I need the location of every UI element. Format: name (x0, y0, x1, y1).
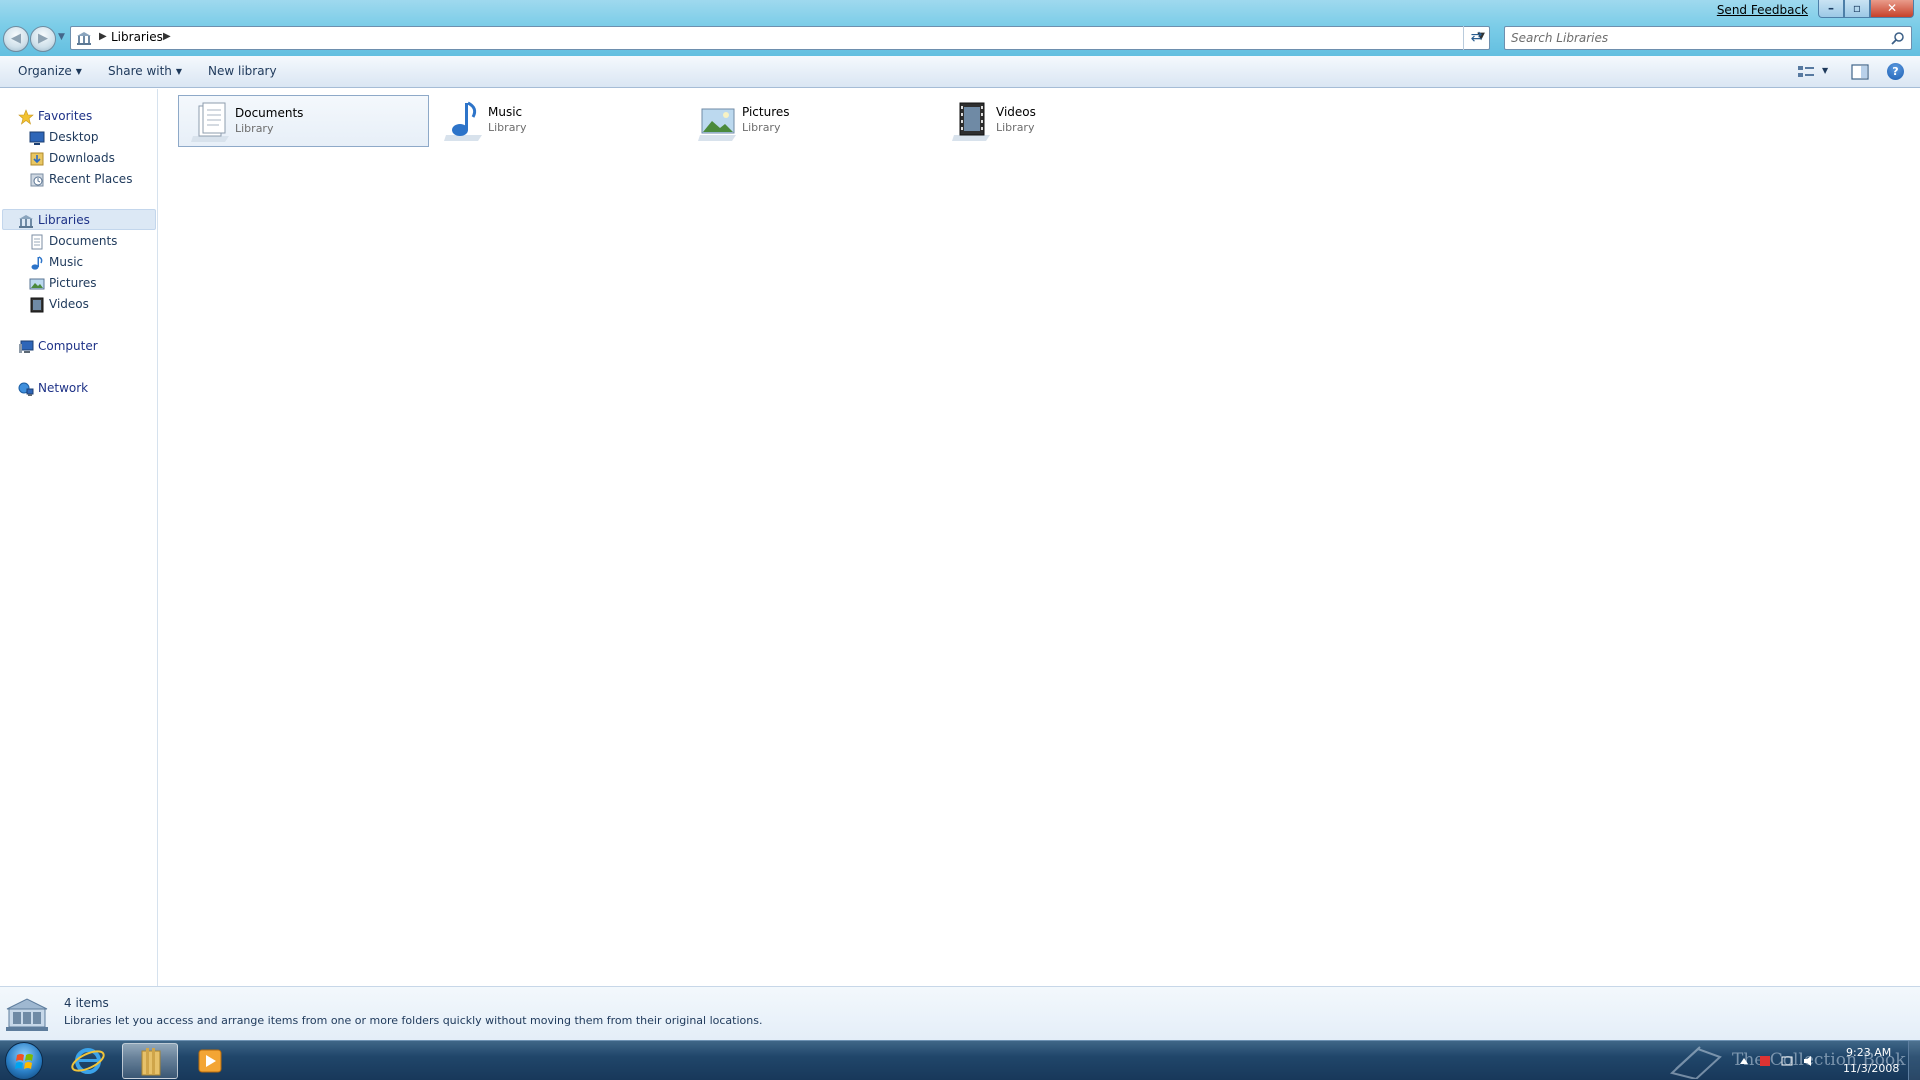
windows-logo-icon (15, 1054, 33, 1069)
close-button[interactable]: ✕ (1870, 0, 1914, 18)
library-pictures[interactable]: Pictures Library (686, 95, 937, 147)
show-desktop-button[interactable] (1908, 1041, 1920, 1080)
breadcrumb-chevron-icon[interactable]: ▶ (99, 31, 107, 42)
downloads-icon (30, 152, 44, 166)
start-button[interactable] (5, 1042, 43, 1080)
search-input[interactable] (1511, 29, 1881, 47)
recent-places-icon (30, 173, 44, 187)
library-type: Library (235, 122, 274, 135)
desktop-icon (29, 131, 45, 145)
taskbar-windows-explorer[interactable] (122, 1043, 178, 1079)
help-icon[interactable]: ? (1887, 63, 1904, 80)
library-name: Pictures (742, 105, 790, 119)
address-bar[interactable]: ▶ Libraries ▶ ▼ (70, 26, 1490, 50)
favorites-star-icon (18, 109, 34, 125)
library-type: Library (742, 121, 781, 134)
libraries-description: Libraries let you access and arrange ite… (64, 1014, 763, 1027)
nav-music-label: Music (49, 255, 84, 269)
library-videos[interactable]: Videos Library (940, 95, 1191, 147)
organize-label: Organize (18, 64, 72, 78)
preview-pane-icon[interactable] (1851, 64, 1869, 80)
close-icon: ✕ (1886, 1, 1898, 15)
minimize-icon: – (1828, 1, 1834, 15)
nav-pictures-label: Pictures (49, 276, 97, 290)
pictures-library-icon (698, 108, 736, 141)
maximize-button[interactable]: ▫ (1844, 0, 1870, 18)
documents-icon (31, 234, 43, 250)
music-library-icon (444, 101, 482, 141)
maximize-icon: ▫ (1852, 1, 1862, 15)
videos-icon (30, 297, 44, 313)
new-library-button[interactable]: New library (208, 64, 277, 78)
computer-icon (19, 340, 34, 353)
title-bar: Send Feedback – ▫ ✕ ◀ ▶ ▼ ▶ Libraries ▶ … (0, 0, 1920, 56)
tray-network-icon[interactable] (1781, 1056, 1793, 1066)
share-with-label: Share with (108, 64, 172, 78)
share-with-button[interactable]: Share with ▼ (108, 64, 182, 78)
taskbar-internet-explorer[interactable] (60, 1043, 116, 1079)
library-music[interactable]: Music Library (432, 95, 683, 147)
library-documents[interactable]: Documents Library (178, 95, 429, 147)
nav-network-label: Network (38, 381, 89, 395)
nav-favorites-label: Favorites (38, 109, 93, 123)
nav-libraries-label: Libraries (38, 213, 90, 227)
nav-videos-label: Videos (49, 297, 89, 311)
libraries-icon (77, 32, 91, 45)
nav-documents-label: Documents (49, 234, 118, 248)
minimize-button[interactable]: – (1818, 0, 1844, 18)
system-tray-icons[interactable] (1738, 1053, 1828, 1069)
chevron-down-icon: ▼ (75, 67, 82, 76)
navigation-pane: Favorites Desktop Downloads Recent Place… (0, 89, 158, 986)
chevron-down-icon: ▼ (175, 67, 183, 76)
recent-pages-dropdown[interactable]: ▼ (58, 32, 65, 42)
command-bar: Organize ▼ Share with ▼ New library ▼ ? (0, 56, 1920, 88)
nav-downloads-label: Downloads (49, 151, 115, 165)
tray-volume-icon[interactable] (1804, 1056, 1811, 1066)
organize-button[interactable]: Organize ▼ (18, 64, 82, 78)
search-box[interactable] (1504, 26, 1912, 50)
libraries-icon (19, 215, 33, 228)
back-button[interactable]: ◀ (3, 26, 29, 52)
media-player-icon (198, 1049, 222, 1073)
send-feedback-link[interactable]: Send Feedback (1717, 3, 1808, 17)
library-name: Videos (996, 105, 1036, 119)
breadcrumb-chevron-icon[interactable]: ▶ (163, 31, 171, 42)
clock-date[interactable]: 11/3/2008 (1843, 1062, 1899, 1075)
change-view-icon[interactable] (1797, 64, 1815, 80)
item-count: 4 items (64, 996, 109, 1010)
taskbar: The Collection Book 9:23 AM 11/3/2008 (0, 1040, 1920, 1080)
network-icon (18, 382, 34, 396)
forward-arrow-icon: ▶ (38, 31, 48, 46)
library-name: Documents (235, 106, 304, 120)
nav-computer-label: Computer (38, 339, 98, 353)
refresh-button[interactable]: ⇄ (1463, 26, 1489, 50)
tray-action-center-icon[interactable] (1760, 1056, 1770, 1066)
taskbar-media-player[interactable] (182, 1043, 238, 1079)
back-arrow-icon: ◀ (11, 31, 21, 46)
music-icon (31, 256, 43, 270)
refresh-icon: ⇄ (1470, 29, 1483, 45)
forward-button[interactable]: ▶ (30, 26, 56, 52)
nav-recent-places-label: Recent Places (49, 172, 133, 186)
internet-explorer-icon (71, 1048, 105, 1074)
clock-time[interactable]: 9:23 AM (1846, 1046, 1891, 1059)
library-type: Library (996, 121, 1035, 134)
nav-desktop-label: Desktop (49, 130, 99, 144)
more-views-dropdown-icon[interactable]: ▼ (1822, 66, 1828, 75)
library-type: Library (488, 121, 527, 134)
libraries-large-icon (6, 998, 48, 1031)
search-icon[interactable] (1891, 31, 1905, 45)
details-pane: 4 items Libraries let you access and arr… (0, 986, 1920, 1040)
tray-show-hidden-icon[interactable] (1740, 1058, 1748, 1064)
breadcrumb-libraries[interactable]: Libraries (111, 30, 163, 44)
pictures-icon (29, 278, 45, 290)
library-name: Music (488, 105, 523, 119)
libraries-folder-icon (141, 1048, 161, 1076)
documents-library-icon (191, 102, 229, 142)
videos-library-icon (952, 102, 990, 141)
file-list[interactable]: Documents Library Music Library Pictures… (159, 89, 1920, 986)
